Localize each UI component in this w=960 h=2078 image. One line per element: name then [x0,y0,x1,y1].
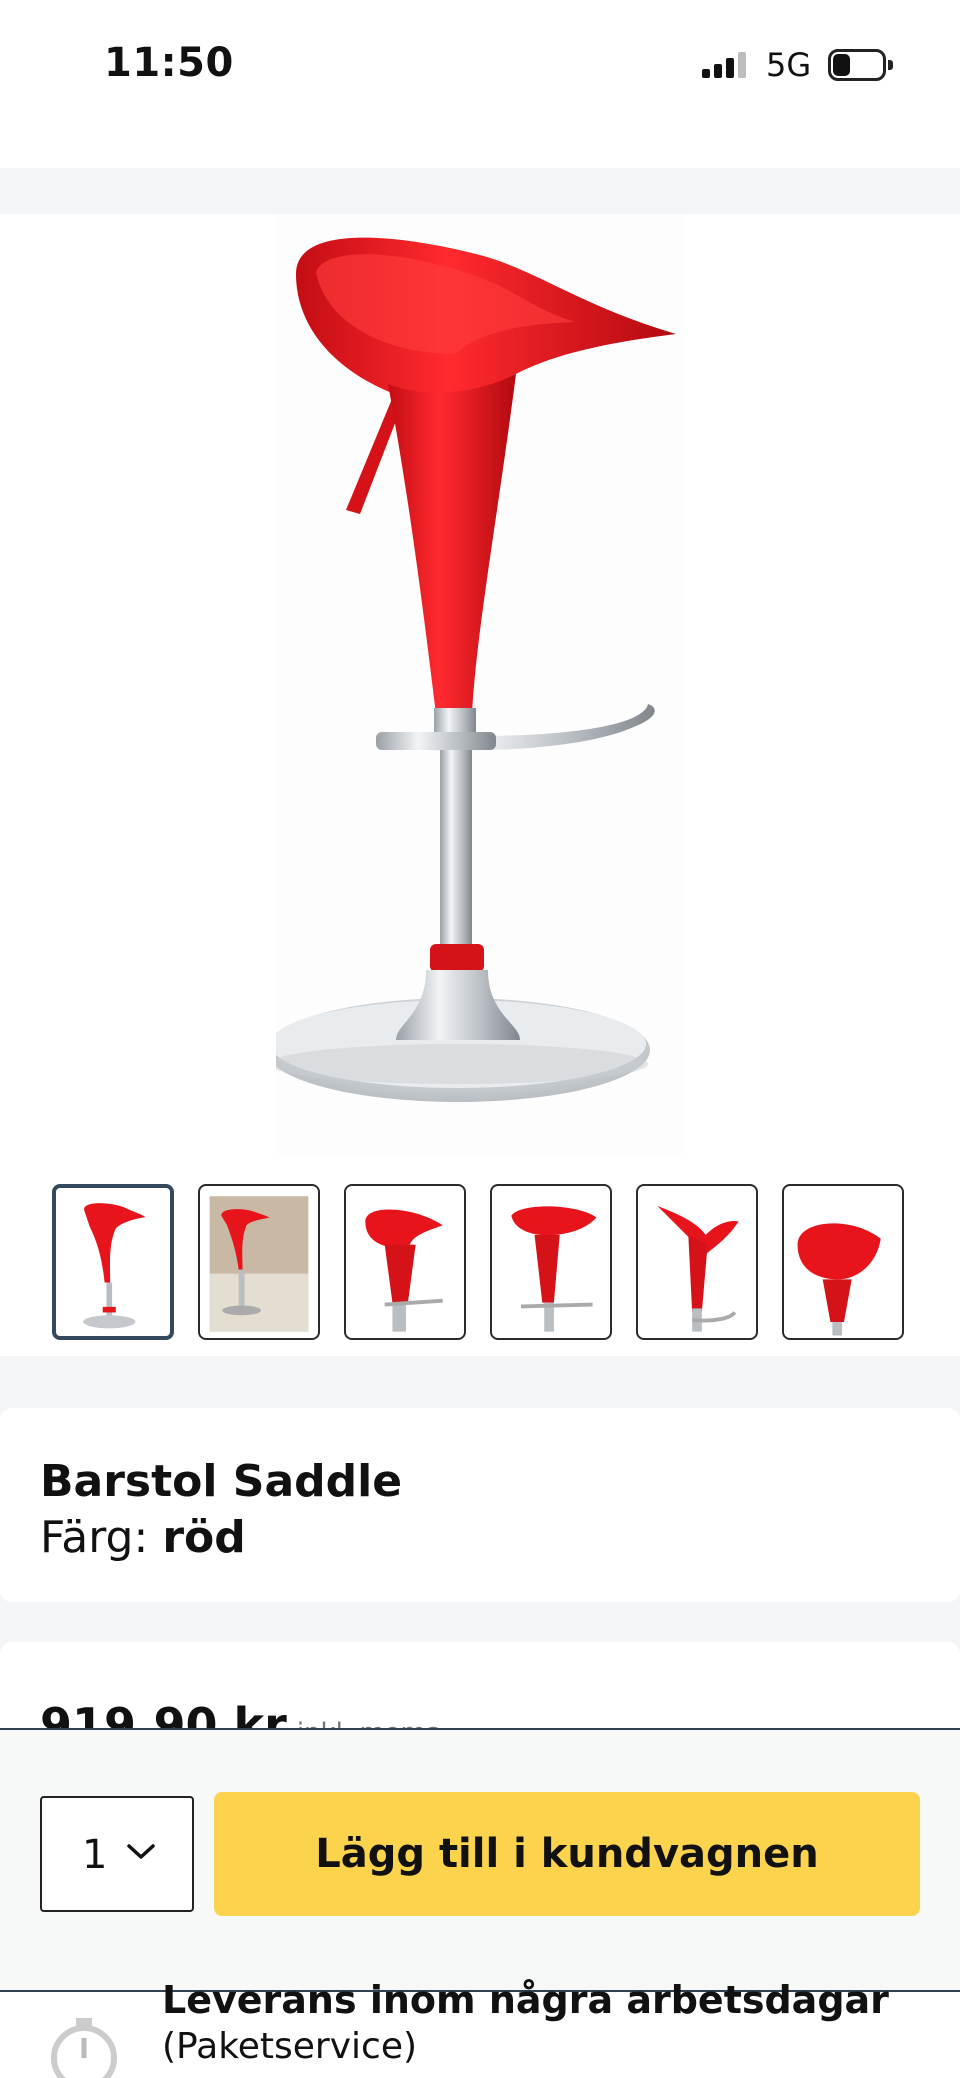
cellular-signal-icon [702,52,750,78]
thumbnail-4[interactable] [490,1184,612,1340]
network-type: 5G [766,46,812,84]
thumbnail-5[interactable] [636,1184,758,1340]
product-gallery [0,214,960,1356]
quantity-value: 1 [82,1832,108,1878]
thumbnail-3[interactable] [344,1184,466,1340]
product-name: Barstol Saddle [40,1456,403,1507]
thumbnail-2[interactable] [198,1184,320,1340]
sticky-add-to-cart-bar: 1 Lägg till i kundvagnen [0,1728,960,1992]
battery-icon [828,49,894,81]
delivery-info: Leverans inom några arbetsdagar (Paketse… [0,1978,960,2078]
thumbnail-1[interactable] [52,1184,174,1340]
product-title-card: Barstol Saddle Färg: röd [0,1408,960,1602]
color-value: röd [162,1512,246,1563]
add-to-cart-button[interactable]: Lägg till i kundvagnen [214,1792,920,1916]
color-label: Färg: [40,1512,149,1563]
product-color: Färg: röd [40,1512,246,1563]
delivery-title: Leverans inom några arbetsdagar [162,1978,889,2022]
thumbnail-6[interactable] [782,1184,904,1340]
status-time: 11:50 [104,40,234,86]
product-main-image[interactable] [276,214,684,1154]
quantity-select[interactable]: 1 [40,1796,194,1912]
chevron-down-icon [127,1844,155,1859]
thumbnail-strip [52,1184,912,1340]
delivery-method: (Paketservice) [162,2026,418,2067]
stopwatch-icon [51,2018,117,2078]
status-bar: 11:50 5G [0,0,960,168]
